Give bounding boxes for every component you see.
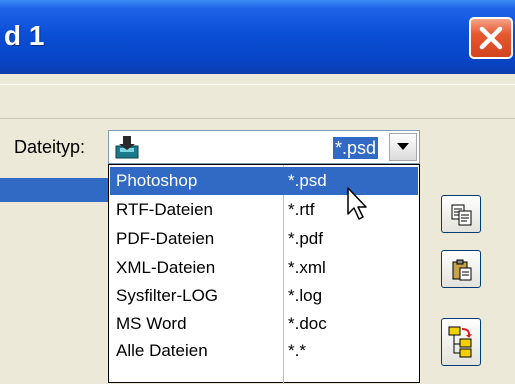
copy-icon <box>451 204 472 226</box>
dropdown-button[interactable] <box>389 133 417 161</box>
folder-tree-button[interactable] <box>441 318 481 366</box>
item-ext: *.doc <box>288 314 327 333</box>
dropdown-item-word[interactable]: MS Word *.doc <box>110 310 418 338</box>
item-name: XML-Dateien <box>116 258 216 277</box>
file-type-label: Dateityp: <box>14 137 86 157</box>
item-ext: *.psd <box>288 171 327 190</box>
mouse-cursor-icon <box>347 187 367 220</box>
item-name: RTF-Dateien <box>116 200 213 219</box>
item-ext: *.rtf <box>288 200 315 219</box>
item-ext: *.xml <box>288 258 326 277</box>
toolbar-divider <box>0 84 515 85</box>
item-ext: *.* <box>288 341 306 360</box>
combo-selected-value: *.psd <box>333 137 379 159</box>
toolbar-strip <box>0 74 515 119</box>
paste-button[interactable] <box>441 250 481 288</box>
file-type-icon <box>115 136 139 159</box>
dropdown-item-log[interactable]: Sysfilter-LOG *.log <box>110 282 418 310</box>
item-name: MS Word <box>116 314 187 333</box>
item-ext: *.pdf <box>288 229 323 248</box>
folder-tree-icon <box>448 326 472 358</box>
dropdown-item-all[interactable]: Alle Dateien *.* <box>110 337 418 365</box>
item-name: Sysfilter-LOG <box>116 286 219 305</box>
item-name: Alle Dateien <box>116 341 208 360</box>
paste-icon <box>452 259 472 281</box>
dropdown-item-xml[interactable]: XML-Dateien *.xml <box>110 254 418 282</box>
item-name: PDF-Dateien <box>116 229 215 248</box>
window-title: d 1 <box>4 20 45 51</box>
copy-button[interactable] <box>441 195 481 233</box>
close-icon <box>479 26 503 50</box>
file-type-combobox[interactable]: *.psd <box>108 130 420 164</box>
file-type-dropdown-list: Photoshop *.psd RTF-Dateien *.rtf PDF-Da… <box>108 164 420 384</box>
item-name: Photoshop <box>116 171 198 190</box>
item-ext: *.log <box>288 286 323 305</box>
close-button[interactable] <box>469 17 513 59</box>
dropdown-item-pdf[interactable]: PDF-Dateien *.pdf <box>110 225 418 253</box>
chevron-down-icon <box>397 143 409 150</box>
title-bar[interactable]: d 1 <box>0 0 515 74</box>
